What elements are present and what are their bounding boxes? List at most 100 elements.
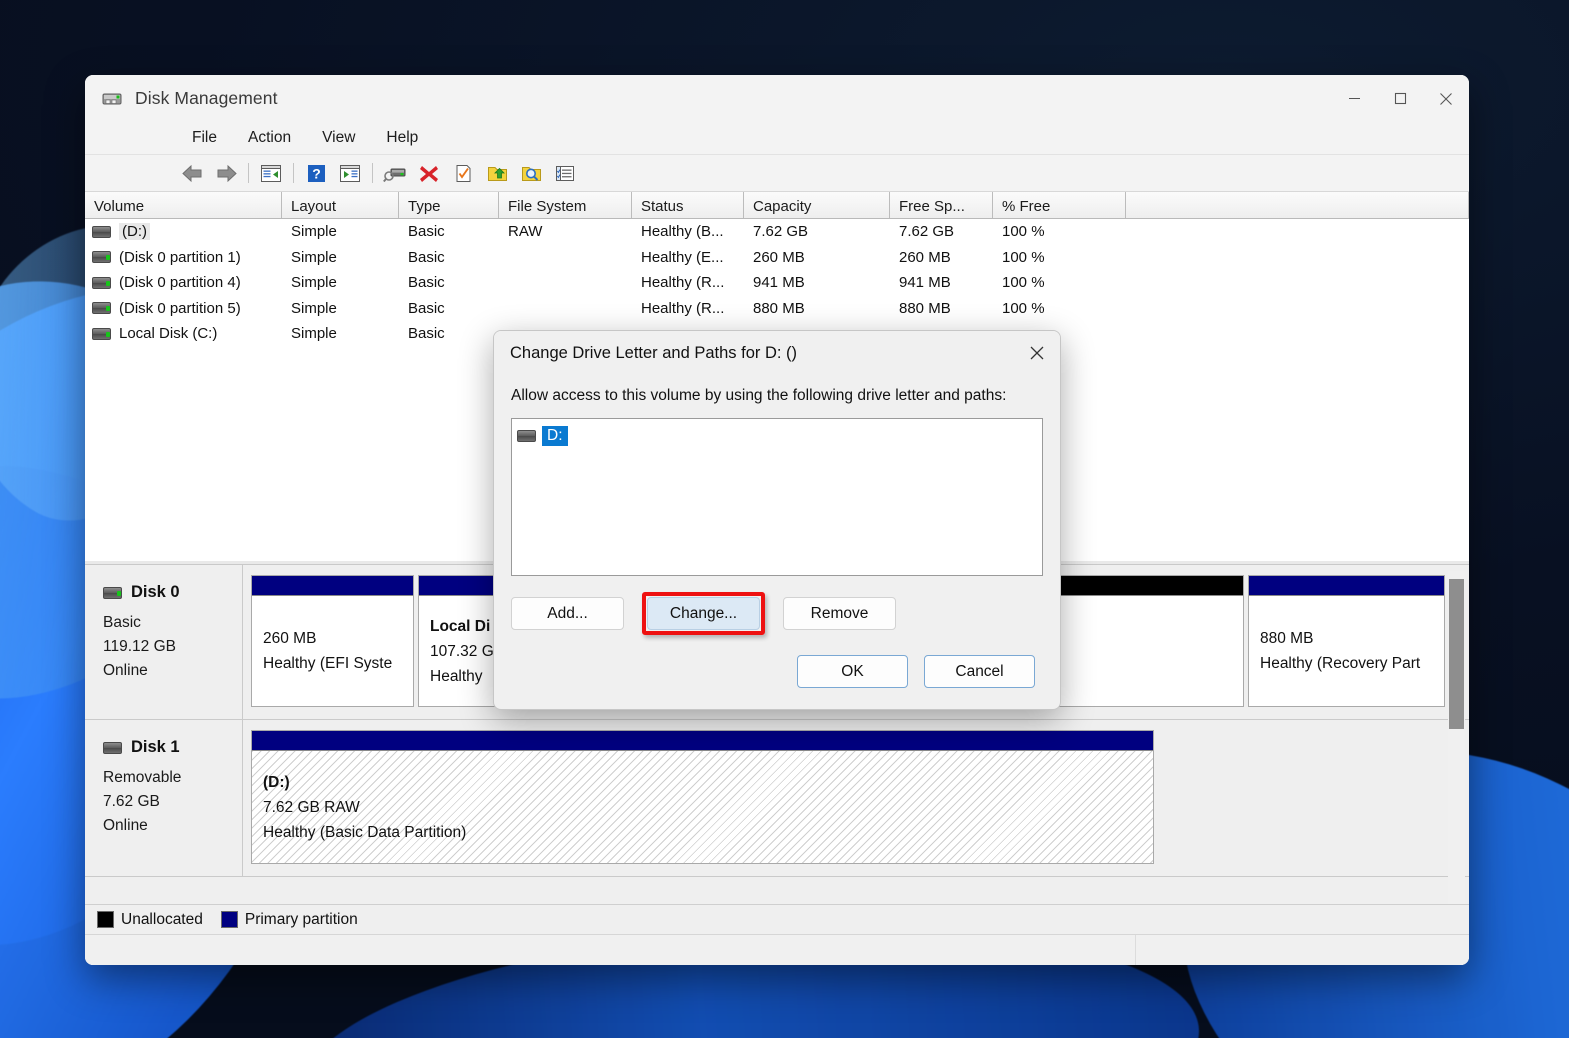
- disk-info-0[interactable]: Disk 0 Basic 119.12 GB Online: [85, 565, 243, 719]
- export-list-icon[interactable]: [480, 158, 514, 188]
- dialog-titlebar[interactable]: Change Drive Letter and Paths for D: (): [494, 331, 1060, 375]
- change-drive-letter-dialog: Change Drive Letter and Paths for D: () …: [493, 330, 1061, 710]
- drive-icon: [103, 586, 122, 599]
- ok-button[interactable]: OK: [797, 655, 908, 688]
- partition-block[interactable]: 260 MB Healthy (EFI Syste: [251, 575, 414, 707]
- disk-pane-scrollbar[interactable]: [1448, 571, 1465, 937]
- legend-swatch-primary: [220, 911, 238, 928]
- drive-icon: [92, 251, 111, 264]
- cell-percent-free: 100 %: [1002, 248, 1045, 266]
- cell-type: Basic: [408, 325, 445, 343]
- partition-status: Healthy (EFI Syste: [263, 655, 393, 672]
- add-button[interactable]: Add...: [511, 597, 624, 630]
- column-header-layout[interactable]: Layout: [282, 192, 399, 218]
- column-header-type[interactable]: Type: [399, 192, 499, 218]
- cell-type: Basic: [408, 299, 445, 317]
- partition-size: 880 MB: [1260, 630, 1314, 647]
- window-titlebar[interactable]: Disk Management: [85, 75, 1469, 122]
- cell-status: Healthy (R...: [641, 274, 725, 292]
- maximize-button[interactable]: [1377, 75, 1423, 122]
- change-button-highlight: Change...: [642, 592, 765, 635]
- disk-row-1[interactable]: Disk 1 Removable 7.62 GB Online (D:) 7.6…: [85, 720, 1469, 877]
- window-controls: [1331, 75, 1469, 122]
- show-hide-action-pane-icon[interactable]: [333, 158, 367, 188]
- column-header-free-space[interactable]: Free Sp...: [890, 192, 993, 218]
- column-header-file-system[interactable]: File System: [499, 192, 632, 218]
- cell-layout: Simple: [291, 223, 337, 241]
- disk-title-1: Disk 1: [103, 738, 242, 757]
- cancel-button[interactable]: Cancel: [924, 655, 1035, 688]
- cell-free-space: 260 MB: [899, 248, 951, 266]
- partition-status: Healthy (Basic Data Partition): [263, 823, 467, 841]
- column-header-percent-free[interactable]: % Free: [993, 192, 1126, 218]
- column-header-volume[interactable]: Volume: [85, 192, 282, 218]
- column-header-status[interactable]: Status: [632, 192, 744, 218]
- menu-help[interactable]: Help: [375, 126, 429, 150]
- cell-volume[interactable]: (Disk 0 partition 1): [85, 249, 282, 266]
- cell-volume[interactable]: (Disk 0 partition 4): [85, 274, 282, 291]
- cell-type: Basic: [408, 248, 445, 266]
- cell-volume[interactable]: Local Disk (C:): [85, 325, 282, 342]
- list-item[interactable]: D:: [517, 425, 1037, 447]
- removable-drive-icon: [92, 225, 111, 238]
- table-row[interactable]: (Disk 0 partition 1) Simple Basic Health…: [85, 245, 1469, 271]
- dialog-confirm-buttons: OK Cancel: [511, 655, 1043, 688]
- find-icon[interactable]: [514, 158, 548, 188]
- close-icon[interactable]: [1014, 331, 1060, 375]
- partition-body: 260 MB Healthy (EFI Syste: [252, 596, 413, 706]
- back-arrow-icon[interactable]: [175, 158, 209, 188]
- change-button[interactable]: Change...: [647, 597, 760, 630]
- dialog-title: Change Drive Letter and Paths for D: (): [510, 343, 798, 362]
- cell-capacity: 260 MB: [753, 248, 805, 266]
- column-header-capacity[interactable]: Capacity: [744, 192, 890, 218]
- minimize-button[interactable]: [1331, 75, 1377, 122]
- partition-capbar: [252, 576, 413, 596]
- drive-letter-listbox[interactable]: D:: [511, 418, 1043, 576]
- disk-size: 7.62 GB: [103, 793, 160, 810]
- rescan-disks-icon[interactable]: [378, 158, 412, 188]
- partition-block[interactable]: 880 MB Healthy (Recovery Part: [1248, 575, 1445, 707]
- removable-drive-icon: [103, 741, 122, 754]
- disk-partitions-1: (D:) 7.62 GB RAW Healthy (Basic Data Par…: [243, 720, 1469, 876]
- legend-swatch-unallocated: [97, 911, 114, 928]
- menu-view[interactable]: View: [311, 126, 366, 150]
- delete-icon[interactable]: [412, 158, 446, 188]
- partition-body: 880 MB Healthy (Recovery Part: [1249, 596, 1444, 706]
- disk-management-icon: [101, 88, 123, 110]
- partition-size: 7.62 GB RAW: [263, 798, 360, 816]
- properties-icon[interactable]: [446, 158, 480, 188]
- forward-arrow-icon[interactable]: [209, 158, 243, 188]
- legend-label-primary: Primary partition: [244, 910, 358, 928]
- volume-label: Local Disk (C:): [119, 325, 218, 343]
- table-row[interactable]: (Disk 0 partition 4) Simple Basic Health…: [85, 270, 1469, 296]
- disk-name: Disk 0: [131, 583, 180, 601]
- partition-body: (D:) 7.62 GB RAW Healthy (Basic Data Par…: [252, 751, 1153, 863]
- toolbar-separator: [372, 163, 373, 183]
- task-list-icon[interactable]: [548, 158, 582, 188]
- disk-size: 119.12 GB: [103, 638, 176, 655]
- scrollbar-thumb[interactable]: [1449, 579, 1464, 729]
- legend: Unallocated Primary partition: [85, 904, 1469, 934]
- menu-file[interactable]: File: [181, 126, 228, 150]
- volume-label: (Disk 0 partition 4): [119, 274, 241, 292]
- disk-name: Disk 1: [131, 738, 180, 756]
- cell-status: Healthy (B...: [641, 223, 724, 241]
- column-header-filler[interactable]: [1126, 192, 1469, 218]
- menubar: File Action View Help: [85, 122, 1469, 155]
- partition-size: 260 MB: [263, 630, 317, 647]
- partition-block[interactable]: (D:) 7.62 GB RAW Healthy (Basic Data Par…: [251, 730, 1154, 864]
- show-hide-console-tree-icon[interactable]: [254, 158, 288, 188]
- cell-volume[interactable]: (D:): [85, 223, 282, 241]
- toolbar-separator: [248, 163, 249, 183]
- table-row[interactable]: (D:) Simple Basic RAW Healthy (B... 7.62…: [85, 219, 1469, 245]
- cell-volume[interactable]: (Disk 0 partition 5): [85, 300, 282, 317]
- volume-list-rows: (D:) Simple Basic RAW Healthy (B... 7.62…: [85, 219, 1469, 347]
- menu-action[interactable]: Action: [237, 126, 302, 150]
- remove-button[interactable]: Remove: [783, 597, 896, 630]
- disk-kind: Basic: [103, 614, 141, 631]
- cell-capacity: 7.62 GB: [753, 223, 809, 241]
- help-icon[interactable]: ?: [299, 158, 333, 188]
- table-row[interactable]: (Disk 0 partition 5) Simple Basic Health…: [85, 296, 1469, 322]
- close-button[interactable]: [1423, 75, 1469, 122]
- disk-info-1[interactable]: Disk 1 Removable 7.62 GB Online: [85, 720, 243, 876]
